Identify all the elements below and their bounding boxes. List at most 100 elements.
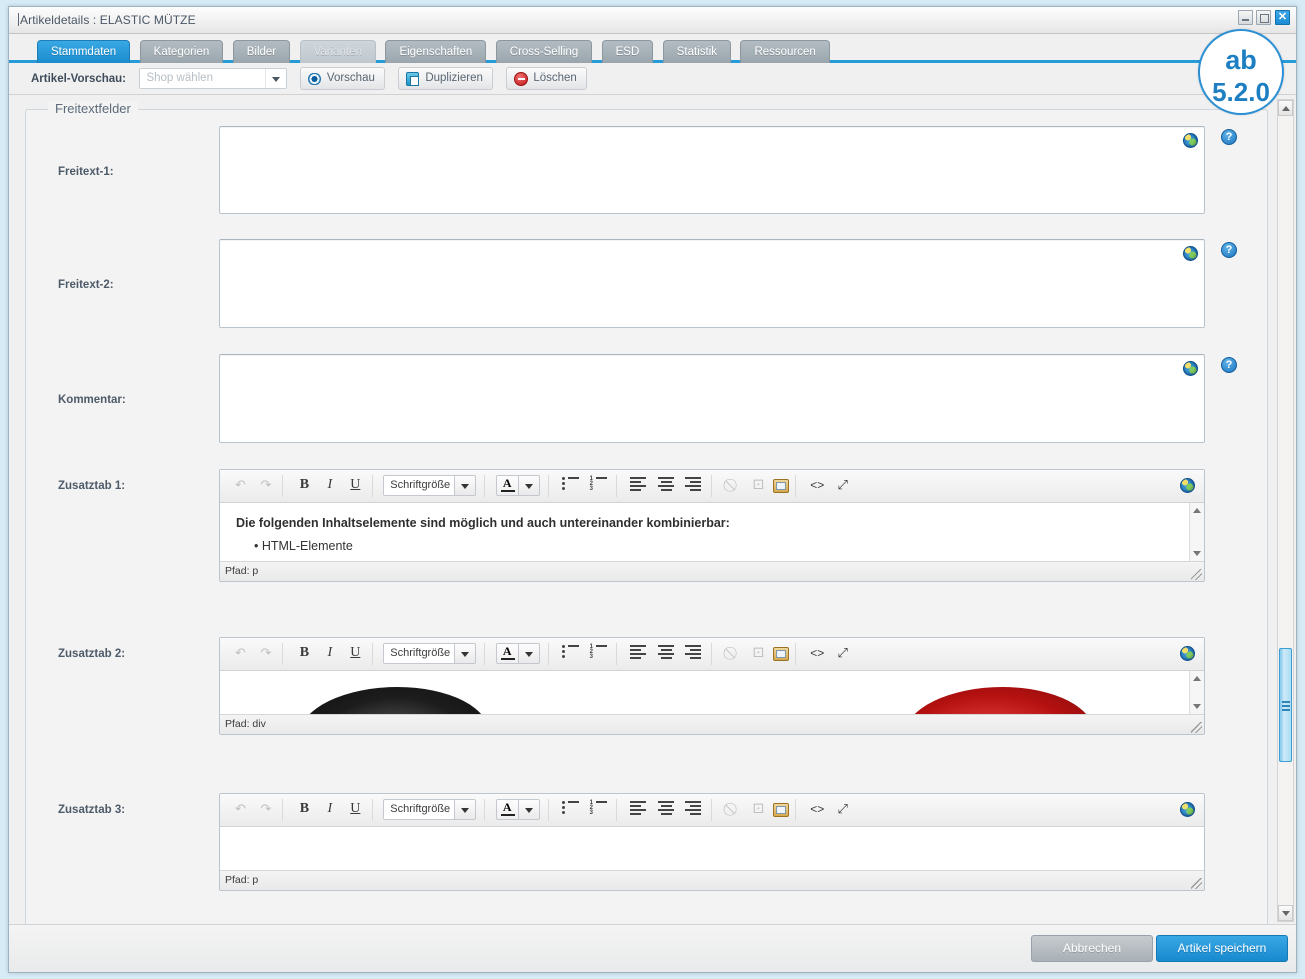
redo-icon[interactable]: ↷ [255,475,276,496]
bold-button[interactable]: B [294,643,315,664]
unlink-icon[interactable]: ⚀ [748,475,769,496]
source-code-icon[interactable]: <> [807,799,828,820]
globe-icon[interactable] [1183,133,1198,148]
fontsize-select[interactable]: Schriftgröße [383,475,456,496]
scroll-thumb[interactable] [1279,648,1292,762]
fullscreen-icon[interactable]: ⤢ [832,475,853,496]
align-center-icon[interactable] [657,477,675,492]
editor-content-area[interactable] [220,827,1204,871]
underline-button[interactable]: U [345,475,366,496]
undo-icon[interactable]: ↶ [230,643,251,664]
italic-button[interactable]: I [319,475,340,496]
preview-button[interactable]: Vorschau [299,67,385,90]
bullet-list-icon[interactable] [562,645,580,659]
align-center-icon[interactable] [657,645,675,660]
tab-cross-selling[interactable]: Cross-Selling [495,40,593,63]
fullscreen-icon[interactable]: ⤢ [832,643,853,664]
chevron-down-icon[interactable] [455,643,477,664]
scroll-down-button[interactable] [1278,905,1293,921]
underline-button[interactable]: U [345,643,366,664]
resize-grip[interactable] [1191,878,1202,889]
numbered-list-icon[interactable]: 123 [590,644,607,660]
scroll-down-icon[interactable] [1193,551,1201,556]
image-icon[interactable] [773,646,790,661]
underline-button[interactable]: U [345,799,366,820]
tab-kategorien[interactable]: Kategorien [139,40,224,63]
minimize-button[interactable] [1238,10,1253,25]
shop-select[interactable]: Shop wählen [139,68,288,89]
undo-icon[interactable]: ↶ [230,475,251,496]
numbered-list-icon[interactable]: 123 [590,800,607,816]
bullet-list-icon[interactable] [562,801,580,815]
chevron-down-icon[interactable] [265,69,286,88]
chevron-down-icon[interactable] [518,475,540,496]
help-icon-freitext-1[interactable]: ? [1221,129,1237,145]
globe-icon[interactable] [1180,802,1195,817]
chevron-down-icon[interactable] [455,475,477,496]
image-icon[interactable] [773,478,790,493]
fontsize-select[interactable]: Schriftgröße [383,799,456,820]
globe-icon[interactable] [1183,246,1198,261]
tab-bilder[interactable]: Bilder [232,40,291,63]
align-right-icon[interactable] [684,477,702,492]
image-icon[interactable] [773,802,790,817]
resize-grip[interactable] [1191,722,1202,733]
globe-icon[interactable] [1183,361,1198,376]
bullet-list-icon[interactable] [562,477,580,491]
cancel-button[interactable]: Abbrechen [1031,935,1153,962]
italic-button[interactable]: I [319,799,340,820]
scroll-down-icon[interactable] [1193,704,1201,709]
main-vertical-scrollbar[interactable] [1277,99,1294,922]
maximize-button[interactable] [1256,10,1271,25]
forecolor-button[interactable]: A [495,799,519,820]
scroll-up-icon[interactable] [1193,508,1201,513]
link-icon[interactable]: ⃠ [722,475,743,496]
forecolor-button[interactable]: A [495,643,519,664]
align-left-icon[interactable] [630,645,647,660]
bold-button[interactable]: B [294,475,315,496]
save-article-button[interactable]: Artikel speichern [1156,935,1288,962]
link-icon[interactable]: ⃠ [722,799,743,820]
tab-esd[interactable]: ESD [601,40,654,63]
redo-icon[interactable]: ↷ [255,799,276,820]
align-center-icon[interactable] [657,801,675,816]
chevron-down-icon[interactable] [518,643,540,664]
forecolor-button[interactable]: A [495,475,519,496]
tab-ressourcen[interactable]: Ressourcen [740,40,830,63]
resize-grip[interactable] [1191,569,1202,580]
close-button[interactable]: ✕ [1275,10,1290,25]
tab-stammdaten[interactable]: Stammdaten [37,40,131,63]
chevron-down-icon[interactable] [518,799,540,820]
fullscreen-icon[interactable]: ⤢ [832,799,853,820]
textarea-freitext-1[interactable] [219,126,1205,214]
align-left-icon[interactable] [630,801,647,816]
delete-button[interactable]: Löschen [506,67,587,90]
numbered-list-icon[interactable]: 123 [590,476,607,492]
help-icon-kommentar[interactable]: ? [1221,357,1237,373]
editor-scrollbar[interactable] [1189,503,1204,561]
tab-statistik[interactable]: Statistik [662,40,731,63]
link-icon[interactable]: ⃠ [722,643,743,664]
tab-eigenschaften[interactable]: Eigenschaften [385,40,487,63]
help-icon-freitext-2[interactable]: ? [1221,242,1237,258]
editor-content-area[interactable] [220,671,1204,715]
align-right-icon[interactable] [684,645,702,660]
globe-icon[interactable] [1180,646,1195,661]
textarea-freitext-2[interactable] [219,239,1205,328]
duplicate-button[interactable]: Duplizieren [398,67,493,90]
italic-button[interactable]: I [319,643,340,664]
textarea-kommentar[interactable] [219,354,1205,443]
chevron-down-icon[interactable] [455,799,477,820]
globe-icon[interactable] [1180,478,1195,493]
source-code-icon[interactable]: <> [807,643,828,664]
fontsize-select[interactable]: Schriftgröße [383,643,456,664]
unlink-icon[interactable]: ⚀ [748,643,769,664]
redo-icon[interactable]: ↷ [255,643,276,664]
scroll-up-icon[interactable] [1193,676,1201,681]
editor-content-area[interactable]: Die folgenden Inhaltselemente sind mögli… [220,503,1204,562]
bold-button[interactable]: B [294,799,315,820]
undo-icon[interactable]: ↶ [230,799,251,820]
unlink-icon[interactable]: ⚀ [748,799,769,820]
align-left-icon[interactable] [630,477,647,492]
align-right-icon[interactable] [684,801,702,816]
